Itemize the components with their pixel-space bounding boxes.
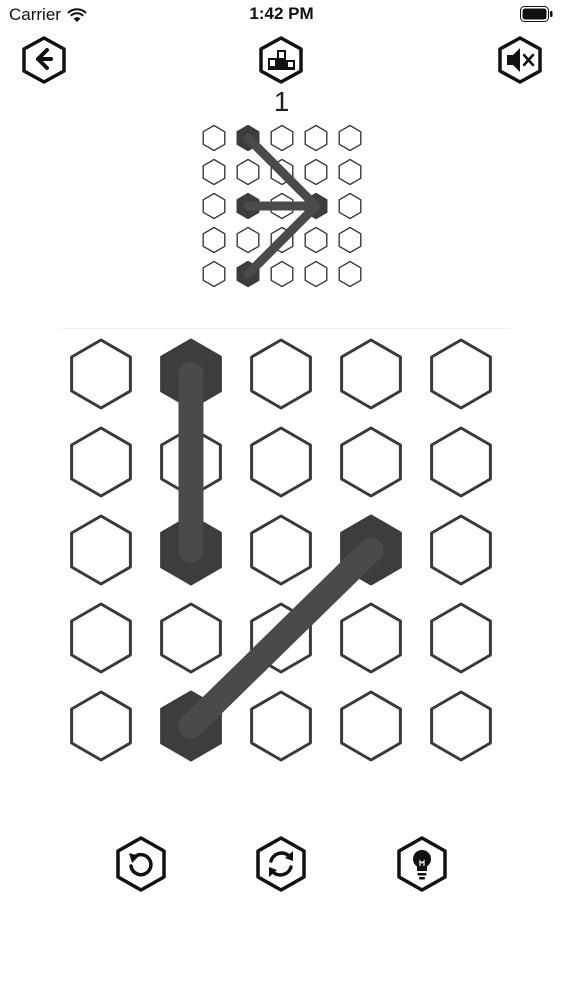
target-pattern-board <box>202 124 362 288</box>
board-hex-cell-r1-c3[interactable] <box>340 426 402 498</box>
hint-button[interactable] <box>395 835 449 893</box>
target-hex-cell-r4-c3 <box>304 260 328 288</box>
board-hex-cell-r4-c2[interactable] <box>250 690 312 762</box>
board-hex-cell-r3-c3[interactable] <box>340 602 402 674</box>
target-hex-cell-r4-c0 <box>202 260 226 288</box>
undo-icon <box>116 836 166 892</box>
undo-button[interactable] <box>114 835 168 893</box>
podium-icon <box>259 36 303 84</box>
back-arrow-icon <box>22 36 66 84</box>
target-hex-cell-r0-c3 <box>304 124 328 152</box>
target-hex-cell-r1-c1 <box>236 158 260 186</box>
board-hex-cell-r0-c4[interactable] <box>430 338 492 410</box>
speaker-muted-icon <box>498 36 542 84</box>
target-hex-cell-r0-c4 <box>338 124 362 152</box>
target-hex-cell-r3-c1 <box>236 226 260 254</box>
status-bar: Carrier 1:42 PM <box>0 0 563 30</box>
restart-icon <box>256 836 306 892</box>
board-hex-cell-r3-c0[interactable] <box>70 602 132 674</box>
target-hex-cell-r1-c3 <box>304 158 328 186</box>
lightbulb-icon <box>397 836 447 892</box>
target-hex-cell-r1-c4 <box>338 158 362 186</box>
restart-button[interactable] <box>254 835 308 893</box>
target-hex-cell-r3-c4 <box>338 226 362 254</box>
board-hex-cell-r0-c0[interactable] <box>70 338 132 410</box>
target-hex-cell-r4-c4 <box>338 260 362 288</box>
board-hex-cell-r2-c0[interactable] <box>70 514 132 586</box>
target-hex-cell-r1-c0 <box>202 158 226 186</box>
board-hex-cell-r0-c3[interactable] <box>340 338 402 410</box>
level-number: 1 <box>273 86 290 117</box>
target-hex-cell-r4-c2 <box>270 260 294 288</box>
target-hex-cell-r2-c4 <box>338 192 362 220</box>
board-hex-cell-r4-c3[interactable] <box>340 690 402 762</box>
battery-icon <box>520 6 553 22</box>
board-hex-cell-r3-c4[interactable] <box>430 602 492 674</box>
clock: 1:42 PM <box>249 4 314 23</box>
target-hex-cell-r2-c0 <box>202 192 226 220</box>
board-hex-cell-r4-c0[interactable] <box>70 690 132 762</box>
target-hex-cell-r3-c3 <box>304 226 328 254</box>
board-hex-cell-r2-c4[interactable] <box>430 514 492 586</box>
board-hex-cell-r3-c1[interactable] <box>160 602 222 674</box>
sound-toggle-button[interactable] <box>497 35 543 85</box>
board-hex-cell-r2-c2[interactable] <box>250 514 312 586</box>
divider <box>60 328 510 329</box>
board-hex-cell-r1-c2[interactable] <box>250 426 312 498</box>
board-hex-cell-r1-c0[interactable] <box>70 426 132 498</box>
target-hex-cell-r0-c2 <box>270 124 294 152</box>
back-button[interactable] <box>21 35 67 85</box>
game-board[interactable] <box>55 330 515 770</box>
target-hex-cell-r0-c0 <box>202 124 226 152</box>
board-hex-cell-r1-c4[interactable] <box>430 426 492 498</box>
board-hex-cell-r0-c2[interactable] <box>250 338 312 410</box>
leaderboard-button[interactable] <box>258 35 304 85</box>
target-hex-cell-r3-c0 <box>202 226 226 254</box>
board-hex-cell-r4-c4[interactable] <box>430 690 492 762</box>
